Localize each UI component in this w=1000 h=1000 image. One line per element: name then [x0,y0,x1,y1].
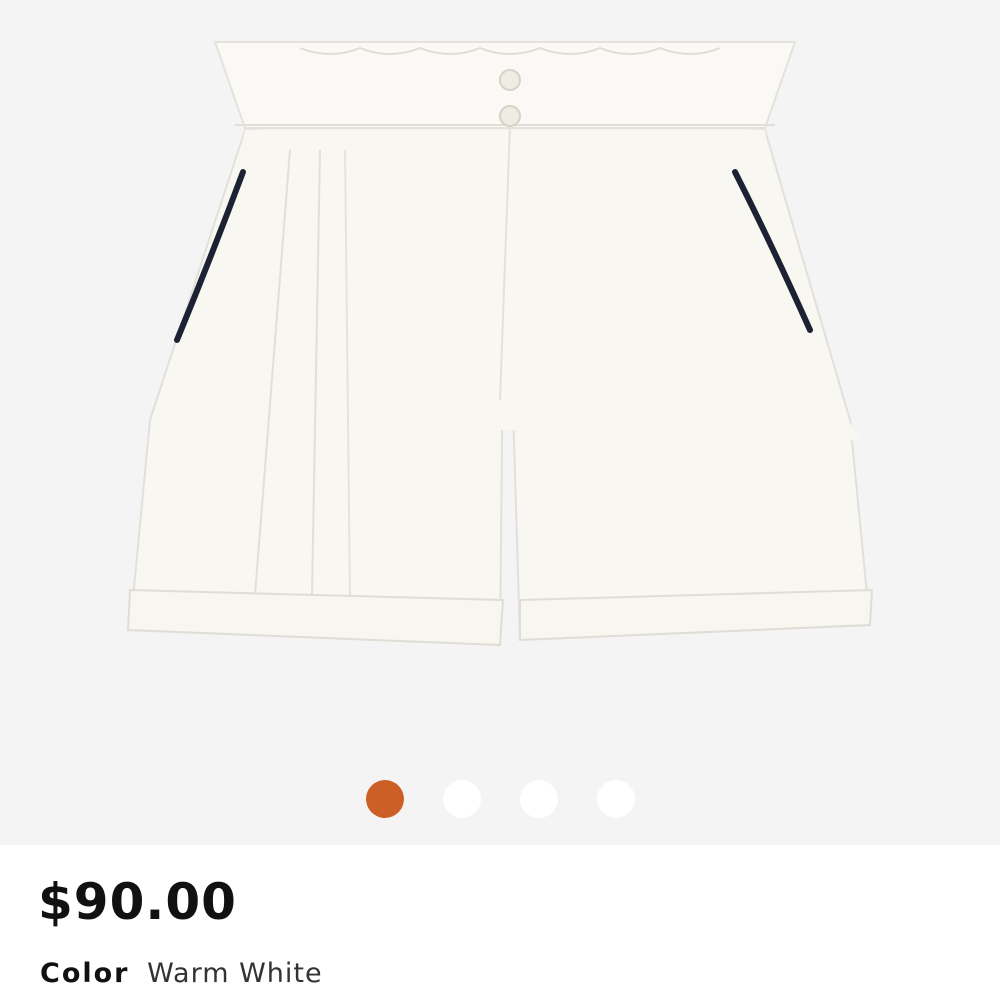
carousel-dot-2[interactable] [442,780,481,818]
color-selector-label: Color Warm White [40,958,323,989]
carousel-dots [0,780,1000,820]
product-info: $90.00 Color Warm White [0,845,1000,1000]
color-label: Color [40,958,130,989]
left-cuff [126,588,505,647]
product-image[interactable] [0,0,1000,760]
carousel-dot-3[interactable] [519,780,558,818]
carousel-dot-4[interactable] [596,780,635,818]
carousel-dot-1[interactable] [365,780,404,818]
right-cuff [519,588,874,642]
button-top [499,69,521,91]
product-price: $90.00 [38,873,237,931]
button-bottom [499,105,521,127]
color-value: Warm White [147,958,323,989]
product-gallery[interactable] [0,0,1000,845]
